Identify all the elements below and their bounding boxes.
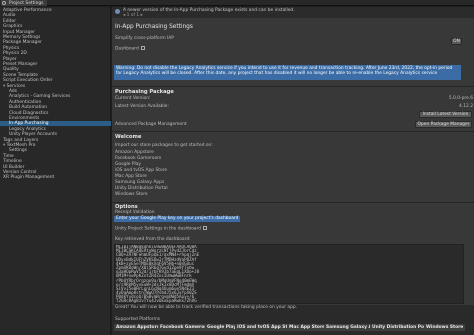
package-heading: Purchasing Package — [115, 89, 174, 95]
page-title: In-App Purchasing Settings — [115, 24, 193, 30]
sidebar-item-label: Timeline — [3, 159, 22, 165]
latest-version-value: 4.12.2 — [459, 104, 473, 109]
sidebar-item[interactable]: Quality — [3, 67, 19, 72]
platform-chip: Amazon Appstore — [114, 324, 162, 331]
update-notice-text: A newer version of the In-App Purchasing… — [123, 8, 295, 13]
divider — [112, 86, 474, 87]
window-title: Project Settings — [9, 0, 44, 6]
sidebar-item[interactable]: Script Execution Order — [3, 78, 53, 83]
notice-pager[interactable]: ◂ 1 of 1 ▸ — [123, 13, 143, 18]
sidebar-item-label: Package Manager — [3, 40, 42, 46]
info-icon — [115, 9, 120, 14]
divider — [112, 131, 474, 132]
dashboard-link[interactable]: Dashboard — [115, 46, 145, 52]
store-list-item: Google Play — [115, 162, 142, 167]
store-list-item: Mac App Store — [115, 174, 147, 179]
sidebar-item-label: Build Automation — [9, 105, 47, 111]
advanced-package-label: Advanced Package Management — [115, 122, 187, 127]
google-play-key-field[interactable]: MIIBIjANBgkqhkiG9w0BAQEFAAOCAQ8A MIIBCgKC… — [114, 244, 464, 304]
sidebar-item-label: Physics 2D — [3, 51, 27, 57]
unity-settings-label: Unity Project Settings in the dashboard — [115, 226, 201, 232]
sidebar-item[interactable]: Input Manager — [3, 30, 35, 35]
update-notice: A newer version of the In-App Purchasing… — [112, 7, 474, 18]
sidebar-item[interactable]: Unity Player Accounts — [9, 132, 57, 137]
page-subtitle: Simplify cross-platform IAP — [115, 36, 174, 41]
sidebar-item-label: Input Manager — [3, 29, 36, 35]
store-list-item: Facebook Gameroom — [115, 156, 162, 161]
sidebar-item[interactable]: Physics 2D — [3, 51, 27, 56]
current-version-value: 5.0.0-pre.6 — [448, 96, 473, 101]
sidebar-item-label: Cloud Diagnostics — [9, 110, 49, 116]
sidebar-item[interactable]: In-App Purchasing — [0, 121, 111, 127]
platform-chip: Google Play — [205, 324, 239, 331]
external-link-icon — [202, 226, 207, 230]
store-list-item: Unity Distribution Portal — [115, 186, 168, 191]
divider — [112, 202, 474, 203]
title-bar: Project Settings — [0, 0, 474, 6]
unity-settings-link[interactable]: Unity Project Settings in the dashboard — [115, 226, 207, 232]
sidebar-item[interactable]: ▾ Services — [3, 84, 25, 89]
receipt-validation-label: Receipt Validation — [115, 210, 155, 215]
legacy-analytics-warning: Warning: Do not disable the Legacy Analy… — [114, 65, 461, 80]
sidebar-item[interactable]: Graphics — [3, 24, 22, 29]
sidebar-item[interactable]: Cloud Diagnostics — [9, 111, 48, 116]
sidebar-item[interactable]: Player — [3, 57, 17, 62]
platform-chip: Windows Store — [424, 324, 466, 331]
sidebar-item-label: Analytics - Gaming Services — [9, 94, 71, 100]
external-link-icon — [140, 46, 145, 50]
sidebar-item-label: UI Builder — [3, 164, 25, 170]
sidebar-item-label: Script Execution Order — [3, 78, 53, 84]
sidebar-item-label: Services — [6, 83, 26, 89]
sidebar-item[interactable]: Settings — [9, 148, 27, 153]
sidebar-item-label: Unity Player Accounts — [9, 132, 58, 138]
supported-heading: Supported Platforms — [115, 317, 161, 322]
sidebar-item-label: Player — [3, 56, 17, 62]
welcome-heading: Welcome — [115, 134, 142, 140]
sidebar-item[interactable]: Package Manager — [3, 40, 42, 45]
store-list-item: Samsung Galaxy Apps — [115, 180, 165, 185]
sidebar-item[interactable]: Timeline — [3, 159, 22, 164]
gear-icon — [2, 1, 6, 5]
dashboard-label: Dashboard — [115, 46, 139, 52]
sidebar-item[interactable]: UI Builder — [3, 165, 24, 170]
window-tab[interactable]: Project Settings — [1, 0, 48, 6]
sidebar-item-label: XR Plugin Management — [3, 175, 55, 181]
sidebar-item-label: Tags and Layers — [3, 137, 39, 143]
open-package-manager-button[interactable]: Open Package Manager — [415, 121, 472, 128]
main-panel: A newer version of the In-App Purchasing… — [112, 7, 474, 335]
sidebar-item-label: Quality — [3, 67, 19, 73]
sidebar-item-label: Audio — [3, 13, 16, 19]
great-message: Great! You will now be able to track ver… — [115, 305, 298, 310]
sidebar-item-label: Graphics — [3, 24, 23, 30]
current-version-label: Current Version: — [115, 96, 151, 101]
sidebar-item[interactable]: Tags and Layers — [3, 138, 38, 143]
sidebar-item[interactable]: Audio — [3, 13, 15, 18]
install-latest-button[interactable]: Install Latest Version — [419, 111, 472, 118]
welcome-intro: Import our store packages to get started… — [115, 143, 213, 148]
latest-version-label: Latest Version Available: — [115, 104, 169, 109]
sidebar-item-label: In-App Purchasing — [9, 121, 49, 127]
key-retrieved-label: Key retrieved from the dashboard: — [115, 237, 191, 242]
service-toggle[interactable]: ON — [451, 38, 462, 45]
sidebar-item[interactable]: Analytics - Gaming Services — [9, 94, 70, 99]
sidebar-item-label: Settings — [9, 148, 28, 154]
store-list-item: Amazon Appstore — [115, 150, 154, 155]
store-list-item: iOS and tvOS App Store — [115, 168, 168, 173]
store-list-item: Windows Store — [115, 192, 148, 197]
platform-chip: Mac App Store — [287, 324, 328, 331]
settings-sidebar: Adaptive Performance Audio Editor Graphics I… — [0, 7, 111, 335]
sidebar-item[interactable]: Build Automation — [9, 105, 47, 110]
sidebar-item[interactable]: XR Plugin Management — [3, 175, 54, 180]
google-play-key-link[interactable]: Enter your Google Play key on your proje… — [114, 216, 241, 222]
